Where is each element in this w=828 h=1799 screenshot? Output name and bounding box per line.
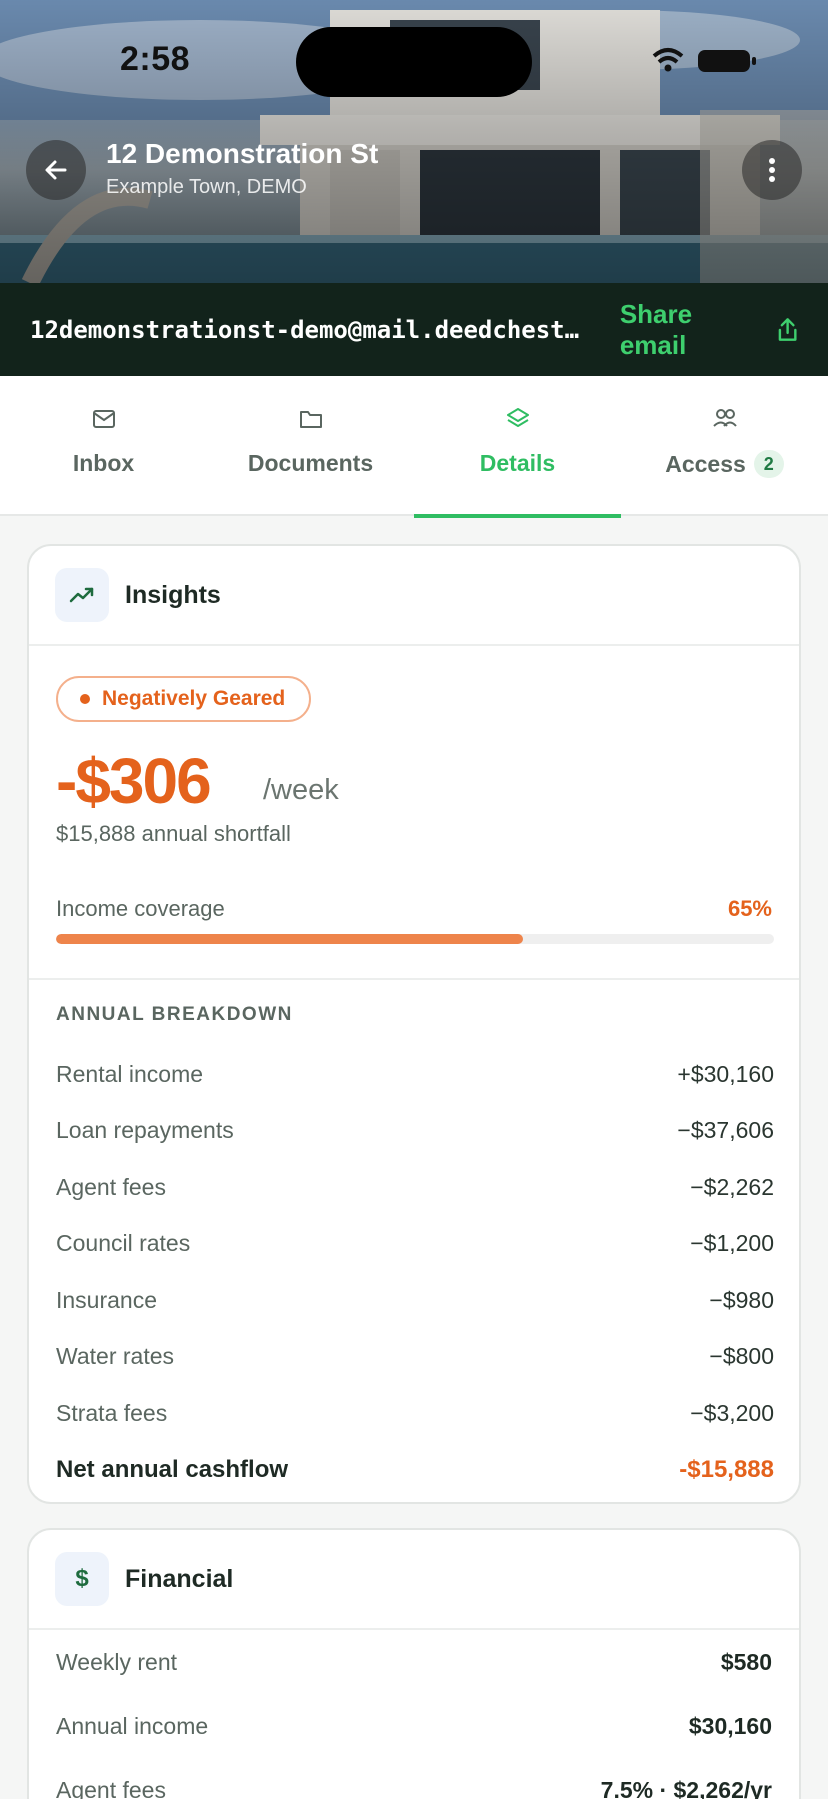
- row-value: −$800: [709, 1343, 774, 1370]
- property-email-bar: 12demonstrationst-demo@mail.deedchest.co…: [0, 283, 828, 376]
- insights-header: Insights: [29, 546, 799, 646]
- insights-card: Insights Negatively Geared -$306 /week $…: [27, 544, 801, 1504]
- folder-icon: [299, 411, 322, 428]
- income-coverage-fill: [56, 934, 523, 944]
- per-week-label: /week: [263, 774, 339, 806]
- tab-access[interactable]: Access 2: [621, 376, 828, 516]
- gearing-status-label: Negatively Geared: [102, 687, 286, 710]
- battery-icon: [698, 50, 756, 72]
- back-button[interactable]: [26, 140, 86, 200]
- financial-row-annual-income: Annual income $30,160: [56, 1694, 772, 1758]
- mail-icon: [92, 410, 115, 428]
- row-value: −$37,606: [677, 1117, 774, 1144]
- row-label: Annual income: [56, 1712, 209, 1739]
- property-tabs: Inbox Documents Details Access 2: [0, 376, 828, 518]
- financial-title: Financial: [125, 1564, 234, 1593]
- gearing-status-badge: Negatively Geared: [56, 676, 312, 722]
- divider: [29, 978, 799, 980]
- financial-list: Weekly rent $580 Annual income $30,160 A…: [29, 1630, 799, 1799]
- breakdown-row-agent-fees: Agent fees −$2,262: [56, 1159, 774, 1216]
- more-options-button[interactable]: [742, 140, 802, 200]
- tab-documents-label: Documents: [247, 450, 374, 476]
- layers-icon: [506, 408, 529, 427]
- status-dot: [80, 694, 90, 704]
- tab-documents[interactable]: Documents: [207, 376, 414, 516]
- status-icons: [648, 46, 758, 81]
- row-label: Insurance: [56, 1286, 158, 1313]
- financial-card: $ Financial Weekly rent $580 Annual inco…: [27, 1528, 801, 1799]
- share-email-button[interactable]: Share email: [620, 299, 798, 361]
- property-email-address[interactable]: 12demonstrationst-demo@mail.deedchest.co…: [30, 316, 590, 344]
- financial-row-agent-fees: Agent fees 7.5% · $2,262/yr: [56, 1758, 772, 1799]
- breakdown-row-loan-repayments: Loan repayments −$37,606: [56, 1103, 774, 1160]
- share-icon: [778, 317, 797, 341]
- breakdown-row-water-rates: Water rates −$800: [56, 1329, 774, 1386]
- property-address: 12 Demonstration St: [106, 138, 379, 169]
- breakdown-row-rental-income: Rental income +$30,160: [56, 1046, 774, 1103]
- property-hero-image: 2:58 12 Demonstration St Example Town, D…: [0, 0, 828, 283]
- financial-header: $ Financial: [29, 1530, 799, 1630]
- row-label: Agent fees: [56, 1173, 166, 1200]
- annual-breakdown-list: Rental income +$30,160 Loan repayments −…: [56, 1046, 774, 1498]
- dynamic-island: [296, 27, 532, 97]
- arrow-left-icon: [45, 160, 67, 180]
- income-coverage-label: Income coverage: [56, 896, 225, 921]
- tab-details[interactable]: Details: [414, 376, 621, 518]
- row-value: −$3,200: [690, 1399, 774, 1426]
- income-coverage-percent: 65%: [727, 896, 772, 921]
- row-label: Agent fees: [56, 1776, 166, 1799]
- weekly-cashflow-amount: -$306: [56, 745, 212, 817]
- income-coverage-bar: [56, 934, 774, 944]
- row-label: Strata fees: [56, 1399, 168, 1426]
- row-value: $30,160: [688, 1712, 772, 1739]
- tab-details-label: Details: [479, 450, 556, 476]
- tab-access-label: Access: [665, 450, 746, 477]
- breakdown-row-council-rates: Council rates −$1,200: [56, 1216, 774, 1273]
- dollar-icon: $: [75, 1565, 89, 1592]
- row-label: Water rates: [56, 1343, 175, 1370]
- access-count-badge: 2: [753, 450, 784, 478]
- net-annual-cashflow-row: Net annual cashflow -$15,888: [56, 1442, 774, 1499]
- annual-shortfall-text: $15,888 annual shortfall: [56, 821, 291, 846]
- row-label: Loan repayments: [56, 1117, 234, 1144]
- row-value: +$30,160: [677, 1060, 774, 1087]
- insights-title: Insights: [125, 580, 221, 609]
- annual-breakdown-heading: ANNUAL BREAKDOWN: [56, 1004, 293, 1025]
- tab-inbox[interactable]: Inbox: [0, 376, 207, 516]
- property-suburb: Example Town, DEMO: [106, 176, 307, 198]
- breakdown-row-insurance: Insurance −$980: [56, 1272, 774, 1329]
- row-value: 7.5% · $2,262/yr: [600, 1776, 772, 1799]
- wifi-icon: [652, 48, 684, 72]
- status-time: 2:58: [120, 40, 191, 78]
- row-label: Council rates: [56, 1230, 191, 1257]
- financial-row-weekly-rent: Weekly rent $580: [56, 1630, 772, 1694]
- row-value: −$980: [709, 1286, 774, 1313]
- row-value: $580: [720, 1648, 772, 1675]
- users-icon: [712, 409, 737, 427]
- trending-up-icon: [69, 587, 94, 603]
- more-vertical-icon: [769, 158, 775, 182]
- net-cashflow-label: Net annual cashflow: [56, 1455, 289, 1483]
- row-label: Weekly rent: [56, 1648, 178, 1675]
- row-value: −$1,200: [690, 1230, 774, 1257]
- tab-inbox-label: Inbox: [72, 450, 135, 476]
- breakdown-row-strata-fees: Strata fees −$3,200: [56, 1385, 774, 1442]
- share-email-label: Share email: [619, 298, 693, 360]
- row-label: Rental income: [56, 1060, 204, 1087]
- row-value: −$2,262: [690, 1173, 774, 1200]
- net-cashflow-value: -$15,888: [679, 1455, 774, 1483]
